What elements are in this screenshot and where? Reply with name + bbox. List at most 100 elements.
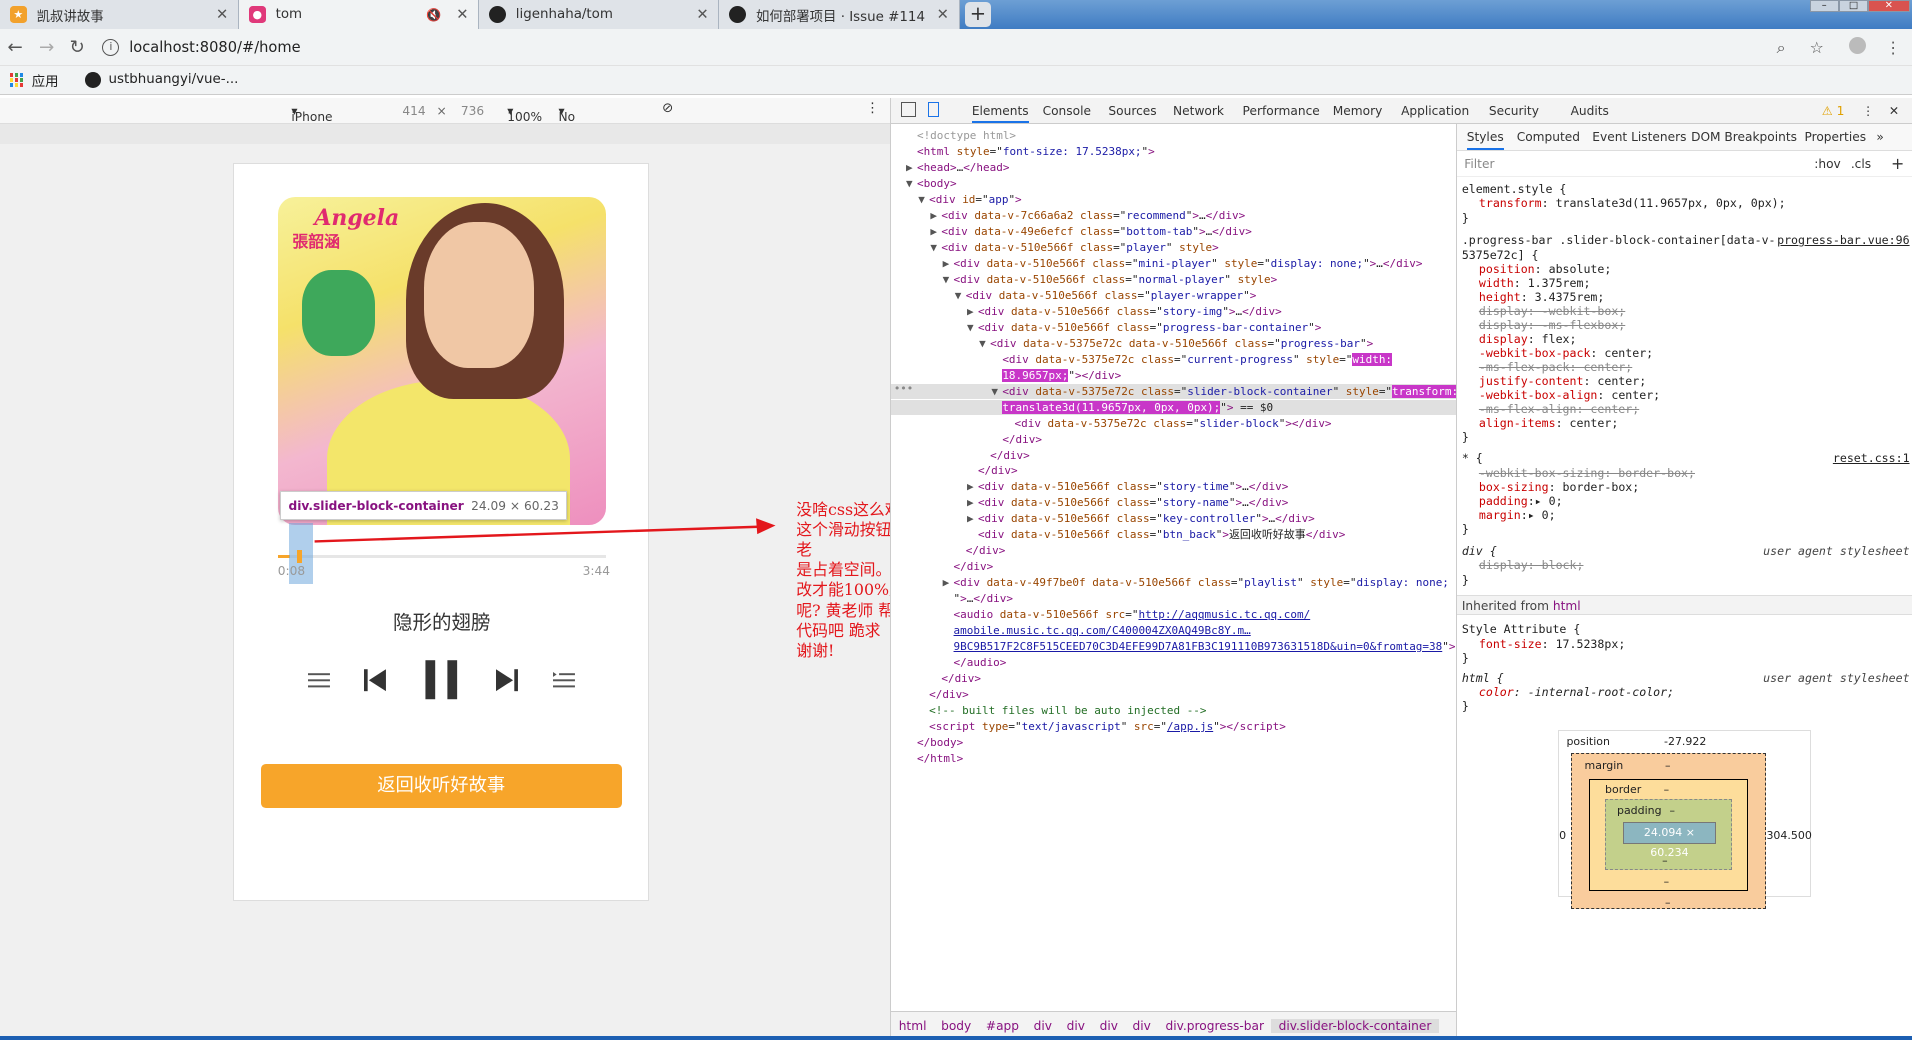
breadcrumb-item[interactable]: #app xyxy=(979,1019,1027,1033)
devtools-tab-memory[interactable]: Memory xyxy=(1333,104,1383,118)
progress-bar[interactable] xyxy=(277,522,606,584)
expand-arrow-icon[interactable]: ▶ xyxy=(906,160,917,176)
elements-row[interactable]: ">…</div> xyxy=(891,591,1013,607)
url-field[interactable]: i localhost:8080/#/home xyxy=(102,33,1834,62)
elements-row[interactable]: ▼ <div id="app"> xyxy=(891,192,1021,208)
styles-subtab-5[interactable]: » xyxy=(1876,130,1883,144)
zoom-select[interactable]: 100% ▾ xyxy=(507,104,542,124)
elements-row[interactable]: ▶ <div data-v-510e566f class="story-name"… xyxy=(891,495,1288,511)
expand-arrow-icon[interactable]: ▶ xyxy=(967,495,978,511)
devtools-tab-elements[interactable]: Elements xyxy=(971,104,1029,124)
elements-row[interactable]: ▶ <div data-v-510e566f class="mini-player… xyxy=(891,256,1423,272)
bookmark-apps[interactable]: 应用 xyxy=(9,70,59,90)
minimize-icon[interactable]: – xyxy=(1809,0,1839,13)
elements-row[interactable]: ▶ <div data-v-49f7be0f data-v-510e566f cl… xyxy=(891,575,1449,591)
elements-row[interactable]: <div data-v-5375e72c class="current-prog… xyxy=(891,352,1393,368)
menu-kebab-icon[interactable]: ⋮ xyxy=(1885,38,1901,57)
muted-speaker-icon[interactable]: 🔇 xyxy=(426,8,441,22)
elements-row[interactable]: ▼ <div data-v-510e566f class="player" sty… xyxy=(891,240,1218,256)
styles-subtab-4[interactable]: Properties xyxy=(1804,130,1866,144)
source-link[interactable]: reset.css:1 xyxy=(1833,451,1910,465)
playlist-icon[interactable] xyxy=(308,672,331,689)
elements-row[interactable]: </div> xyxy=(891,448,1030,464)
filter-input[interactable]: Filter xyxy=(1464,157,1494,171)
elements-row[interactable]: </div> xyxy=(891,432,1042,448)
collapse-arrow-icon[interactable]: ▼ xyxy=(955,288,966,304)
list-icon[interactable] xyxy=(553,671,576,689)
devtools-tab-console[interactable]: Console xyxy=(1043,104,1091,118)
close-icon[interactable]: ✕ xyxy=(696,6,708,23)
devtools-tab-network[interactable]: Network xyxy=(1173,104,1224,118)
styles-subtab-1[interactable]: Computed xyxy=(1517,130,1580,144)
throttle-select[interactable]: No throttling ▾ xyxy=(558,104,615,138)
elements-row[interactable]: <audio data-v-510e566f src="http://aqqmu… xyxy=(891,607,1311,623)
device-select[interactable]: iPhone 6/7/... ▾ xyxy=(291,104,332,138)
browser-tab[interactable]: ★ 凯叔讲故事 ✕ xyxy=(0,0,239,30)
breadcrumb-item[interactable]: html xyxy=(891,1019,933,1033)
elements-row[interactable]: ▼ <div data-v-510e566f class="player-wrap… xyxy=(891,288,1257,304)
collapse-arrow-icon[interactable]: ▼ xyxy=(991,384,1002,400)
previous-icon[interactable] xyxy=(364,668,387,692)
maximize-icon[interactable]: □ xyxy=(1838,0,1869,13)
close-icon[interactable]: ✕ xyxy=(937,6,949,23)
devtools-tab-performance[interactable]: Performance xyxy=(1243,104,1320,118)
styles-subtab-0[interactable]: Styles xyxy=(1466,130,1504,151)
devtools-close-icon[interactable]: ✕ xyxy=(1889,104,1899,118)
window-close-icon[interactable]: ✕ xyxy=(1868,0,1910,13)
hov-toggle[interactable]: :hov xyxy=(1814,157,1841,171)
breadcrumb-item[interactable]: div xyxy=(1026,1019,1059,1033)
devtools-menu-kebab-icon[interactable]: ⋮ xyxy=(1862,104,1874,118)
elements-row[interactable]: 9BC9B517F2C8F515CEED70C3D4EFE99D7A81FB3C… xyxy=(891,639,1456,655)
devtools-tab-security[interactable]: Security xyxy=(1489,104,1539,118)
elements-row[interactable]: <html style="font-size: 17.5238px;"> xyxy=(891,144,1155,160)
zoom-icon[interactable]: ⌕ xyxy=(1777,38,1786,58)
new-rule-button[interactable]: + xyxy=(1891,154,1904,173)
expand-arrow-icon[interactable]: ▶ xyxy=(930,224,941,240)
elements-row[interactable]: </div> xyxy=(891,543,1006,559)
elements-row[interactable]: ▶ <div data-v-7c66a6a2 class="recommend">… xyxy=(891,208,1245,224)
forward-arrow-icon[interactable]: → xyxy=(39,37,54,58)
elements-row[interactable]: </div> xyxy=(891,559,994,575)
back-arrow-icon[interactable]: ← xyxy=(7,37,22,58)
pause-icon[interactable] xyxy=(423,659,460,700)
collapse-arrow-icon[interactable]: ▼ xyxy=(967,320,978,336)
row-ellipsis-icon[interactable]: ••• xyxy=(894,382,913,395)
elements-row[interactable]: </div> xyxy=(891,687,969,703)
browser-tab[interactable]: 如何部署项目 · Issue #114 · ust ✕ xyxy=(719,0,960,30)
close-icon[interactable]: ✕ xyxy=(216,6,228,23)
browser-tab[interactable]: ligenhaha/tom ✕ xyxy=(479,0,720,30)
expand-arrow-icon[interactable]: ▶ xyxy=(967,304,978,320)
elements-row[interactable]: ▶ <div data-v-510e566f class="story-img">… xyxy=(891,304,1282,320)
elements-row[interactable]: </div> xyxy=(891,463,1018,479)
info-icon[interactable]: i xyxy=(102,39,120,57)
elements-row[interactable]: ▼ <div data-v-5375e72c data-v-510e566f cl… xyxy=(891,336,1373,352)
device-menu-kebab-icon[interactable]: ⋮ xyxy=(866,101,879,116)
elements-row[interactable]: ▶ <head>…</head> xyxy=(891,160,1009,176)
devtools-tab-audits[interactable]: Audits xyxy=(1571,104,1609,118)
new-tab-button[interactable]: + xyxy=(964,2,992,27)
cls-toggle[interactable]: .cls xyxy=(1851,157,1871,171)
breadcrumb-item[interactable]: div xyxy=(1125,1019,1158,1033)
bookmark-github[interactable]: ustbhuangyi/vue-... xyxy=(85,72,238,88)
elements-row[interactable]: <!-- built files will be auto injected -… xyxy=(891,703,1206,719)
collapse-arrow-icon[interactable]: ▼ xyxy=(930,240,941,256)
styles-subtab-2[interactable]: Event Listeners xyxy=(1592,130,1686,144)
elements-row[interactable]: amobile.music.tc.qq.com/C400004ZX0AQ49Bc… xyxy=(891,623,1251,639)
breadcrumb-item[interactable]: div.slider-block-container xyxy=(1271,1019,1439,1033)
breadcrumb-item[interactable]: body xyxy=(934,1019,979,1033)
breadcrumb-item[interactable]: div.progress-bar xyxy=(1158,1019,1271,1033)
collapse-arrow-icon[interactable]: ▼ xyxy=(906,176,917,192)
styles-subtab-3[interactable]: DOM Breakpoints xyxy=(1691,130,1797,144)
browser-tab-active[interactable]: ● tom 🔇 ✕ xyxy=(239,0,480,30)
expand-arrow-icon[interactable]: ▶ xyxy=(967,511,978,527)
elements-row[interactable]: 18.9657px;"></div> xyxy=(891,368,1121,384)
device-toggle-icon[interactable] xyxy=(927,102,939,118)
elements-row[interactable]: <script type="text/javascript" src="/app… xyxy=(891,719,1286,735)
elements-row[interactable]: </div> xyxy=(891,671,981,687)
viewport-width-input[interactable]: 414 xyxy=(402,104,425,118)
viewport-height-input[interactable]: 736 xyxy=(461,104,484,118)
back-to-stories-button[interactable]: 返回收听好故事 xyxy=(260,764,622,809)
warning-badge[interactable]: ⚠ 1 xyxy=(1822,104,1845,118)
expand-arrow-icon[interactable]: ▶ xyxy=(967,479,978,495)
elements-row[interactable]: ▶ <div data-v-510e566f class="story-time"… xyxy=(891,479,1288,495)
